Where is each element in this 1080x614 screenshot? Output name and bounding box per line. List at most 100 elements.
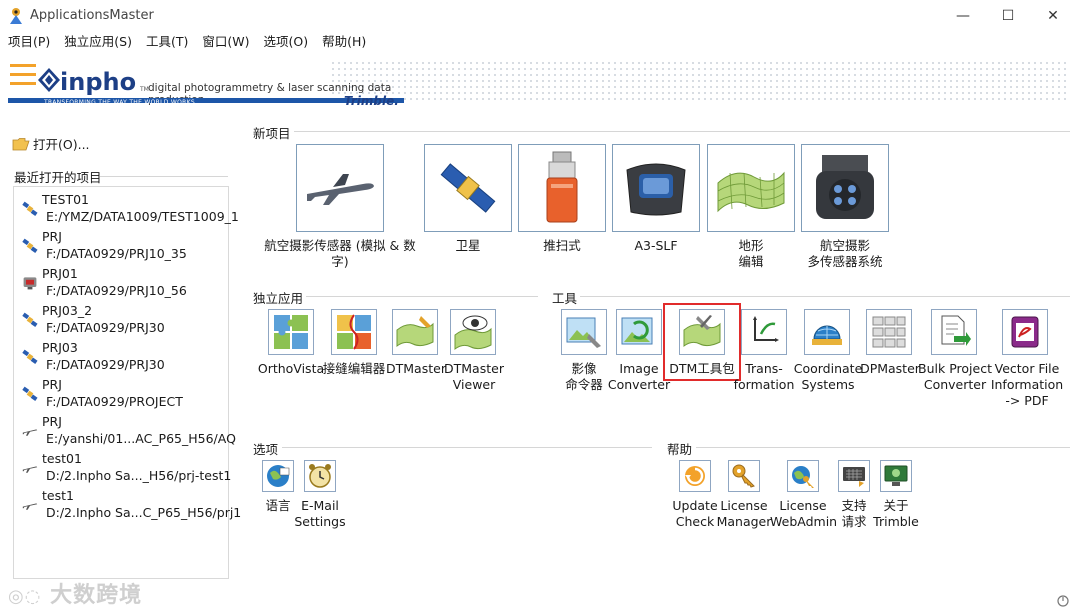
pushbroom-scanner-icon bbox=[546, 151, 578, 223]
new-project-divider bbox=[294, 131, 1070, 132]
email-settings-caption-line2: Settings bbox=[294, 514, 346, 529]
seam-editor-icon bbox=[337, 314, 371, 350]
coordinate-systems-tile[interactable] bbox=[804, 309, 850, 355]
language-tile[interactable] bbox=[262, 460, 294, 492]
close-button[interactable]: ✕ bbox=[1030, 0, 1076, 32]
satellite-icon bbox=[22, 238, 38, 254]
recent-projects-title: 最近打开的项目 bbox=[14, 170, 102, 185]
watermark: ◎◌ 大数跨境 bbox=[8, 577, 142, 609]
aerial-sensor-tile[interactable] bbox=[296, 144, 384, 232]
license-webadmin-tile[interactable] bbox=[787, 460, 819, 492]
recent-item-path: D:/2.Inpho Sa...C_P65_H56/prj1 bbox=[46, 505, 242, 520]
recent-item[interactable]: PRJ03_2 F:/DATA0929/PRJ30 bbox=[20, 302, 228, 338]
support-request-tile[interactable] bbox=[838, 460, 870, 492]
airplane-icon bbox=[22, 497, 38, 513]
aerial-sensor-caption: 航空摄影传感器 (模拟 & 数字) bbox=[264, 238, 416, 269]
standalone-divider bbox=[306, 296, 538, 297]
globe-icon bbox=[812, 325, 842, 345]
recent-divider bbox=[100, 176, 228, 177]
satellite-tile[interactable] bbox=[424, 144, 512, 232]
airplane-icon bbox=[307, 174, 374, 205]
minimize-button[interactable]: — bbox=[940, 0, 986, 32]
key-icon bbox=[732, 464, 755, 488]
recent-item[interactable]: PRJ03 F:/DATA0929/PRJ30 bbox=[20, 339, 228, 375]
dtmaster-caption: DTMaster bbox=[386, 361, 446, 376]
open-label: 打开(O)... bbox=[33, 137, 90, 152]
recent-item[interactable]: test1 D:/2.Inpho Sa...C_P65_H56/prj1 bbox=[20, 487, 241, 523]
recent-item[interactable]: PRJ E:/yanshi/01...AC_P65_H56/AQ bbox=[20, 413, 236, 449]
vector-pdf-caption: Vector File Information -> PDF bbox=[988, 361, 1066, 409]
menu-help[interactable]: 帮助(H) bbox=[314, 32, 372, 52]
transformation-tile[interactable] bbox=[741, 309, 787, 355]
open-button[interactable]: 打开(O)... bbox=[12, 134, 90, 153]
recent-item-name: test01 bbox=[42, 451, 82, 466]
seam-editor-tile[interactable] bbox=[331, 309, 377, 355]
resize-grip-icon[interactable] bbox=[1056, 594, 1070, 608]
recent-item[interactable]: PRJ F:/DATA0929/PROJECT bbox=[20, 376, 228, 412]
bulk-project-converter-tile[interactable] bbox=[931, 309, 977, 355]
image-commander-icon bbox=[566, 317, 601, 348]
menu-bar: 项目(P) 独立应用(S) 工具(T) 窗口(W) 选项(O) 帮助(H) bbox=[0, 32, 1080, 52]
update-sun-icon bbox=[685, 466, 705, 486]
maximize-button[interactable]: ☐ bbox=[985, 0, 1031, 32]
multisensor-tile[interactable] bbox=[801, 144, 889, 232]
bulk-project-converter-caption-line2: Converter bbox=[923, 377, 987, 392]
image-converter-tile[interactable] bbox=[616, 309, 662, 355]
menu-options[interactable]: 选项(O) bbox=[256, 32, 315, 52]
recent-item-path: D:/2.Inpho Sa..._H56/prj-test1 bbox=[46, 468, 232, 483]
license-webadmin-caption-line1: License bbox=[779, 498, 827, 513]
inpho-logo-icon bbox=[38, 68, 60, 92]
recent-item[interactable]: PRJ F:/DATA0929/PRJ10_35 bbox=[20, 228, 228, 264]
dtmaster-tile[interactable] bbox=[392, 309, 438, 355]
recent-item[interactable]: test01 D:/2.Inpho Sa..._H56/prj-test1 bbox=[20, 450, 232, 486]
image-converter-icon bbox=[621, 317, 653, 345]
transformation-caption-line1: Trans- bbox=[745, 361, 783, 376]
recent-item-path: F:/DATA0929/PRJ10_56 bbox=[46, 283, 187, 298]
email-settings-caption: E-Mail Settings bbox=[290, 498, 350, 530]
license-manager-tile[interactable] bbox=[728, 460, 760, 492]
recent-projects-list[interactable]: TEST01 E:/YMZ/DATA1009/TEST1009_1 PRJ F:… bbox=[13, 186, 241, 579]
dtmaster-icon bbox=[396, 316, 434, 347]
watermark-text: 大数跨境 bbox=[50, 583, 143, 608]
hamburger-icon[interactable] bbox=[10, 64, 36, 88]
recent-item-path: E:/YMZ/DATA1009/TEST1009_1 bbox=[46, 209, 239, 224]
document-convert-icon bbox=[941, 315, 971, 346]
pdf-icon bbox=[1011, 316, 1039, 348]
about-trimble-caption-line2: Trimble bbox=[873, 514, 919, 529]
orthovista-tile[interactable] bbox=[268, 309, 314, 355]
title-bar: ApplicationsMaster — ☐ ✕ bbox=[0, 0, 1080, 32]
multisensor-camera-icon bbox=[816, 155, 874, 219]
vector-pdf-tile[interactable] bbox=[1002, 309, 1048, 355]
about-trimble-caption-line1: 关于 bbox=[883, 498, 909, 513]
terrain-edit-tile[interactable] bbox=[707, 144, 795, 232]
image-commander-tile[interactable] bbox=[561, 309, 607, 355]
dtmaster-viewer-tile[interactable] bbox=[450, 309, 496, 355]
dpmaster-tile[interactable] bbox=[866, 309, 912, 355]
recent-item-name: PRJ03 bbox=[42, 340, 78, 355]
recent-item[interactable]: TEST01 E:/YMZ/DATA1009/TEST1009_1 bbox=[20, 191, 239, 227]
pushbroom-caption: 推扫式 bbox=[543, 238, 581, 253]
transformation-icon bbox=[753, 316, 779, 342]
menu-standalone[interactable]: 独立应用(S) bbox=[56, 32, 138, 52]
terrain-edit-caption: 地形 编辑 bbox=[707, 238, 795, 270]
about-trimble-tile[interactable] bbox=[880, 460, 912, 492]
menu-tools[interactable]: 工具(T) bbox=[138, 32, 194, 52]
menu-project[interactable]: 项目(P) bbox=[0, 32, 56, 52]
recent-item[interactable]: PRJ01 F:/DATA0929/PRJ10_56 bbox=[20, 265, 228, 301]
recent-item-path: E:/yanshi/01...AC_P65_H56/AQ bbox=[46, 431, 236, 446]
menu-window[interactable]: 窗口(W) bbox=[194, 32, 255, 52]
coordinate-systems-caption: Coordinate Systems bbox=[792, 361, 864, 393]
options-divider bbox=[282, 447, 652, 448]
image-commander-caption-line2: 命令器 bbox=[565, 377, 603, 392]
recent-item-name: PRJ bbox=[42, 229, 62, 244]
license-manager-caption-line1: License bbox=[720, 498, 768, 513]
dtmaster-viewer-caption-line1: DTMaster bbox=[444, 361, 504, 376]
email-settings-tile[interactable] bbox=[304, 460, 336, 492]
pushbroom-tile[interactable] bbox=[518, 144, 606, 232]
a3-slf-tile[interactable] bbox=[612, 144, 700, 232]
update-check-tile[interactable] bbox=[679, 460, 711, 492]
satellite-icon bbox=[22, 312, 38, 328]
tools-divider bbox=[580, 296, 1070, 297]
coordinate-systems-caption-line2: Systems bbox=[801, 377, 855, 392]
alarm-clock-icon bbox=[309, 464, 331, 488]
